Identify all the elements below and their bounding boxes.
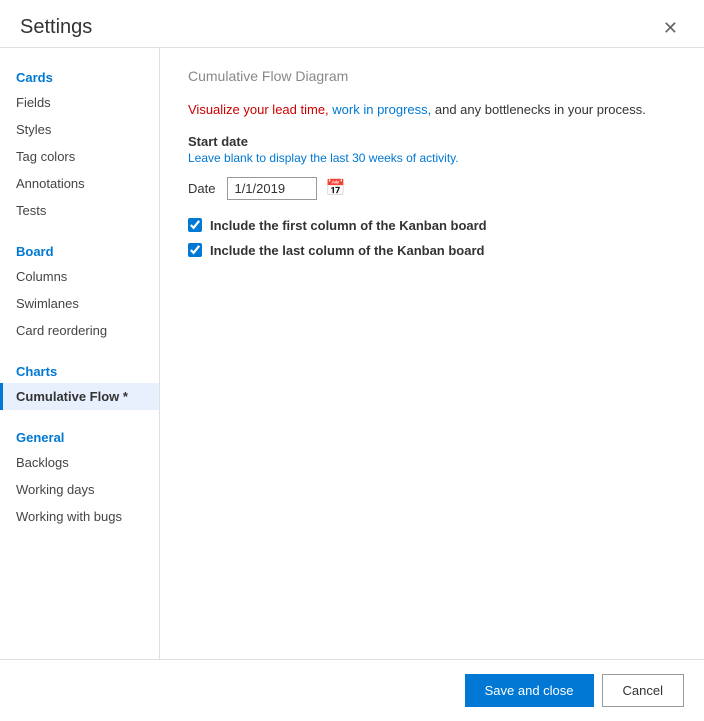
sidebar-item-card-reordering[interactable]: Card reordering [0, 317, 159, 344]
checkbox-row-last-column: Include the last column of the Kanban bo… [188, 243, 676, 258]
sidebar-item-working-days[interactable]: Working days [0, 476, 159, 503]
dialog-header: Settings ✕ [0, 0, 704, 48]
save-and-close-button[interactable]: Save and close [465, 674, 594, 707]
sidebar-section-charts[interactable]: Charts [0, 354, 159, 383]
include-first-column-label: Include the first column of the Kanban b… [210, 218, 487, 233]
sidebar-item-working-with-bugs[interactable]: Working with bugs [0, 503, 159, 530]
sidebar-section-general[interactable]: General [0, 420, 159, 449]
start-date-hint: Leave blank to display the last 30 weeks… [188, 151, 676, 165]
sidebar-section-cards[interactable]: Cards [0, 60, 159, 89]
description: Visualize your lead time, work in progre… [188, 100, 676, 120]
date-input[interactable] [227, 177, 317, 200]
dialog-footer: Save and close Cancel [0, 659, 704, 721]
main-content: Cumulative Flow Diagram Visualize your l… [160, 48, 704, 659]
include-last-column-label: Include the last column of the Kanban bo… [210, 243, 484, 258]
sidebar-item-swimlanes[interactable]: Swimlanes [0, 290, 159, 317]
settings-dialog: Settings ✕ Cards Fields Styles Tag color… [0, 0, 704, 721]
sidebar-divider-1 [0, 224, 159, 234]
date-label: Date [188, 181, 215, 196]
sidebar-item-fields[interactable]: Fields [0, 89, 159, 116]
cancel-button[interactable]: Cancel [602, 674, 684, 707]
include-first-column-checkbox[interactable] [188, 218, 202, 232]
section-heading: Cumulative Flow Diagram [188, 68, 676, 84]
checkbox-row-first-column: Include the first column of the Kanban b… [188, 218, 676, 233]
description-bottlenecks: and any bottlenecks in your process. [435, 102, 646, 117]
dialog-body: Cards Fields Styles Tag colors Annotatio… [0, 48, 704, 659]
sidebar-item-tests[interactable]: Tests [0, 197, 159, 224]
description-wip: work in progress, [332, 102, 435, 117]
sidebar-item-annotations[interactable]: Annotations [0, 170, 159, 197]
sidebar-item-backlogs[interactable]: Backlogs [0, 449, 159, 476]
sidebar: Cards Fields Styles Tag colors Annotatio… [0, 48, 160, 659]
sidebar-item-styles[interactable]: Styles [0, 116, 159, 143]
calendar-icon[interactable]: 📅 [325, 178, 345, 198]
sidebar-divider-2 [0, 344, 159, 354]
sidebar-item-tag-colors[interactable]: Tag colors [0, 143, 159, 170]
sidebar-section-board[interactable]: Board [0, 234, 159, 263]
sidebar-item-cumulative-flow[interactable]: Cumulative Flow * [0, 383, 159, 410]
dialog-title: Settings [20, 16, 92, 39]
description-lead-time: Visualize your lead time, [188, 102, 332, 117]
date-row: Date 📅 [188, 177, 676, 200]
include-last-column-checkbox[interactable] [188, 243, 202, 257]
sidebar-item-columns[interactable]: Columns [0, 263, 159, 290]
sidebar-divider-3 [0, 410, 159, 420]
start-date-label: Start date [188, 134, 676, 149]
close-button[interactable]: ✕ [657, 17, 684, 39]
